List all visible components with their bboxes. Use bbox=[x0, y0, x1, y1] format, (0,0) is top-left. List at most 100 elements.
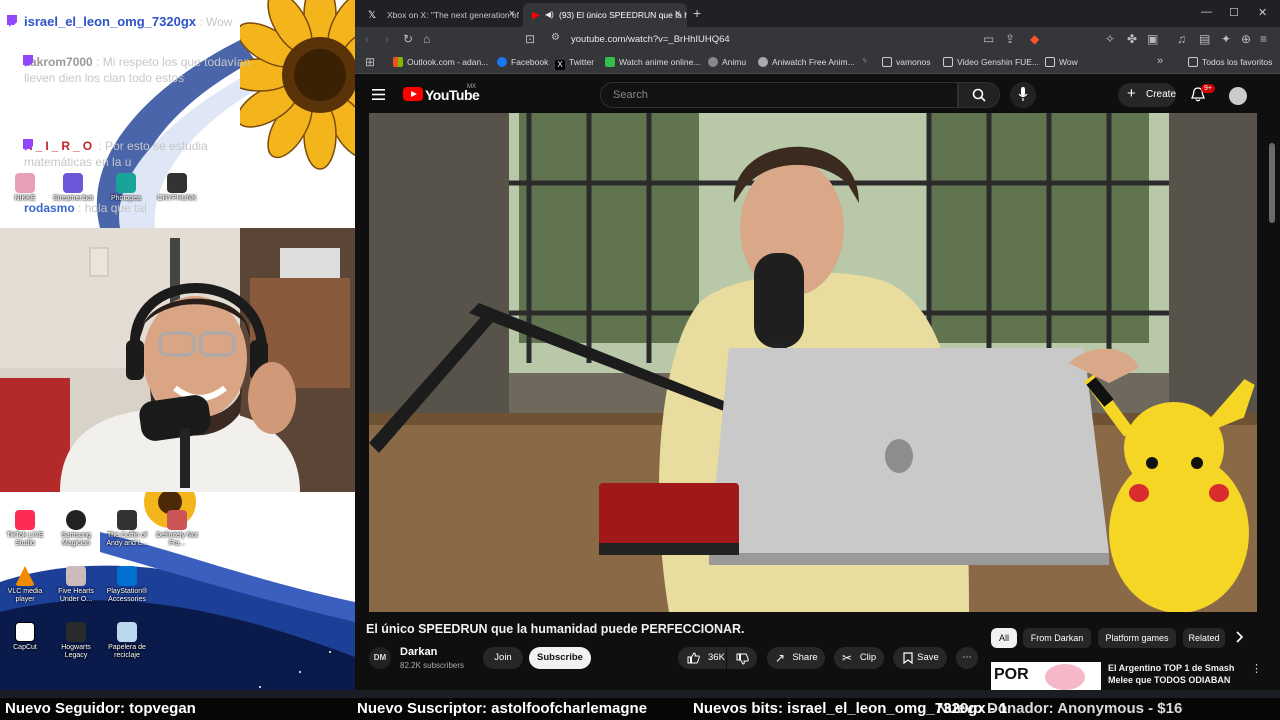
desktop-icon-capcut[interactable]: CapCut bbox=[2, 622, 48, 652]
close-icon[interactable]: × bbox=[675, 8, 681, 20]
bookmark-icon[interactable]: ⊡ bbox=[525, 32, 535, 46]
bookmark-aniwatch[interactable]: Aniwatch Free Anim... bbox=[758, 57, 855, 67]
reload-icon[interactable]: ↻ bbox=[403, 32, 413, 46]
tab-xbox[interactable]: 𝕏 Xbox on X: "The next generation of X × bbox=[359, 3, 521, 27]
dislike-button[interactable] bbox=[727, 647, 757, 669]
create-button[interactable]: + Create bbox=[1118, 83, 1176, 107]
bookmark-watch-anime[interactable]: Watch anime online... bbox=[605, 57, 700, 67]
desktop-icon-coffin-of-andy[interactable]: The Coffin of Andy and L... bbox=[104, 510, 150, 548]
video-player[interactable] bbox=[369, 113, 1257, 612]
vpn-icon[interactable]: ⊕ bbox=[1241, 32, 1251, 46]
page-scrollbar[interactable] bbox=[1268, 113, 1276, 690]
share-page-icon[interactable]: ⇪ bbox=[1005, 32, 1015, 46]
channel-name[interactable]: Darkan bbox=[400, 646, 437, 658]
photopea-icon bbox=[116, 173, 136, 193]
more-actions-button[interactable]: ⋯ bbox=[956, 647, 978, 669]
bookmark-outlook[interactable]: Outlook.com - adan... bbox=[393, 57, 488, 67]
more-vertical-icon[interactable]: ⋮ bbox=[1251, 662, 1262, 675]
desktop-icon-cryphunk[interactable]: CRYPHUNK bbox=[154, 173, 200, 203]
search-box bbox=[600, 82, 958, 108]
cast-icon[interactable]: ▭ bbox=[983, 32, 994, 46]
music-icon[interactable]: ♫ bbox=[1177, 32, 1186, 46]
join-button[interactable]: Join bbox=[483, 647, 523, 669]
chevron-right-icon[interactable] bbox=[1235, 631, 1243, 643]
recommended-title[interactable]: El Argentino TOP 1 de Smash Melee que TO… bbox=[1108, 662, 1248, 686]
desktop-icon-definitely-not[interactable]: Definitely Not Fra... bbox=[154, 510, 200, 548]
desktop-icon-recycle-bin[interactable]: Papelera de reciclaje bbox=[104, 622, 150, 660]
wallet-icon[interactable]: ▤ bbox=[1199, 32, 1210, 46]
desktop-icon-streamerbot[interactable]: Streamer.bot bbox=[50, 173, 96, 203]
desktop-icon-samsung-magician[interactable]: Samsung Magician bbox=[53, 510, 99, 548]
chip-from-darkan[interactable]: From Darkan bbox=[1023, 628, 1091, 648]
search-input[interactable] bbox=[601, 83, 957, 107]
desktop-icon-nikke[interactable]: NIKKE bbox=[2, 173, 48, 203]
playstation-icon bbox=[117, 566, 137, 586]
bookmark-separator-icon: ᛃ bbox=[862, 55, 868, 65]
sidebar-icon[interactable]: ▣ bbox=[1147, 32, 1158, 46]
chip-related[interactable]: Related bbox=[1183, 628, 1225, 648]
chevron-right-icon[interactable]: » bbox=[1157, 55, 1163, 67]
bookmark-folder-genshin[interactable]: Video Genshin FUE... bbox=[943, 57, 1039, 67]
forward-icon[interactable]: › bbox=[385, 32, 389, 46]
clip-label: Clip bbox=[859, 652, 877, 663]
ticker-new-donor: Nuevo Donador: Anonymous - $16 bbox=[937, 700, 1183, 717]
bookmark-folder-wow[interactable]: Wow bbox=[1045, 57, 1078, 67]
apps-grid-icon[interactable]: ⊞ bbox=[365, 55, 375, 69]
tab-youtube[interactable]: ▶ ◀) (93) El único SPEEDRUN que la human… bbox=[523, 3, 687, 27]
browser-window: 𝕏 Xbox on X: "The next generation of X ×… bbox=[355, 0, 1280, 690]
subscriber-count: 82.2K subscribers bbox=[400, 661, 465, 670]
account-avatar[interactable] bbox=[1229, 87, 1247, 105]
thumbs-down-icon bbox=[736, 653, 749, 665]
recommended-thumbnail[interactable]: POR bbox=[991, 662, 1101, 690]
close-icon[interactable]: × bbox=[509, 8, 515, 20]
desktop-icon-tiktok-live[interactable]: TikTok LIVE Studio bbox=[2, 510, 48, 548]
save-label: Save bbox=[917, 652, 939, 663]
bookmark-facebook[interactable]: Facebook bbox=[497, 57, 548, 67]
voice-search-button[interactable] bbox=[1010, 82, 1036, 108]
like-button[interactable]: 36K bbox=[678, 647, 726, 669]
desktop-icon-hogwarts-legacy[interactable]: Hogwarts Legacy bbox=[53, 622, 99, 660]
bookmark-all-favorites[interactable]: Todos los favoritos bbox=[1188, 57, 1272, 67]
menu-icon[interactable]: ≡ bbox=[1260, 32, 1267, 46]
scroll-thumb[interactable] bbox=[1269, 143, 1275, 223]
video-frame bbox=[369, 113, 1257, 612]
youtube-logo-icon[interactable] bbox=[403, 87, 423, 101]
tiktok-icon bbox=[15, 510, 35, 530]
chip-platform-games[interactable]: Platform games bbox=[1098, 628, 1176, 648]
bookmark-folder-vamonos[interactable]: vamonos bbox=[882, 57, 931, 67]
search-button[interactable] bbox=[958, 82, 1000, 108]
minimize-icon[interactable]: — bbox=[1201, 6, 1212, 18]
speaker-icon[interactable]: ◀) bbox=[545, 10, 554, 19]
share-button[interactable]: ↗ Share bbox=[767, 647, 825, 669]
capcut-icon bbox=[15, 622, 35, 642]
brave-shield-icon[interactable]: ◆ bbox=[1030, 32, 1039, 46]
like-count: 36K bbox=[708, 652, 725, 663]
home-icon[interactable]: ⌂ bbox=[423, 32, 430, 46]
extension-icon[interactable]: ✧ bbox=[1105, 32, 1115, 46]
channel-avatar[interactable]: DM bbox=[369, 647, 391, 669]
stream-ticker: Nuevo Seguidor: topvegan Nuevo Suscripto… bbox=[0, 698, 1280, 720]
desktop-icon-photopea[interactable]: Photopea bbox=[103, 173, 149, 203]
close-window-icon[interactable]: ✕ bbox=[1258, 6, 1267, 19]
save-button[interactable]: Save bbox=[893, 647, 947, 669]
country-code: MX bbox=[467, 84, 476, 90]
desktop-icon-vlc[interactable]: VLC media player bbox=[2, 566, 48, 604]
hamburger-menu-icon[interactable] bbox=[372, 89, 385, 100]
chip-all[interactable]: All bbox=[991, 628, 1017, 648]
site-settings-icon[interactable]: ⚙ bbox=[551, 32, 560, 43]
subscribe-button[interactable]: Subscribe bbox=[529, 647, 591, 669]
desktop-icon-five-hearts[interactable]: Five Hearts Under O... bbox=[53, 566, 99, 604]
microsoft-icon bbox=[393, 57, 403, 67]
new-tab-button[interactable]: + bbox=[693, 5, 701, 21]
maximize-icon[interactable]: ☐ bbox=[1229, 6, 1239, 19]
twitch-icon bbox=[7, 15, 17, 27]
leo-icon[interactable]: ✦ bbox=[1221, 32, 1231, 46]
back-icon[interactable]: ‹ bbox=[365, 32, 369, 46]
bookmark-animu[interactable]: Animu bbox=[708, 57, 746, 67]
folder-icon bbox=[1045, 57, 1055, 67]
address-bar[interactable]: youtube.com/watch?v=_BrHhIUHQ64 bbox=[571, 34, 730, 45]
clip-button[interactable]: ✂ Clip bbox=[834, 647, 884, 669]
puzzle-icon[interactable]: ✤ bbox=[1127, 32, 1137, 46]
desktop-icon-playstation-accessories[interactable]: PlayStation® Accessories bbox=[104, 566, 150, 604]
bookmark-twitter[interactable]: X Twitter bbox=[555, 57, 594, 70]
